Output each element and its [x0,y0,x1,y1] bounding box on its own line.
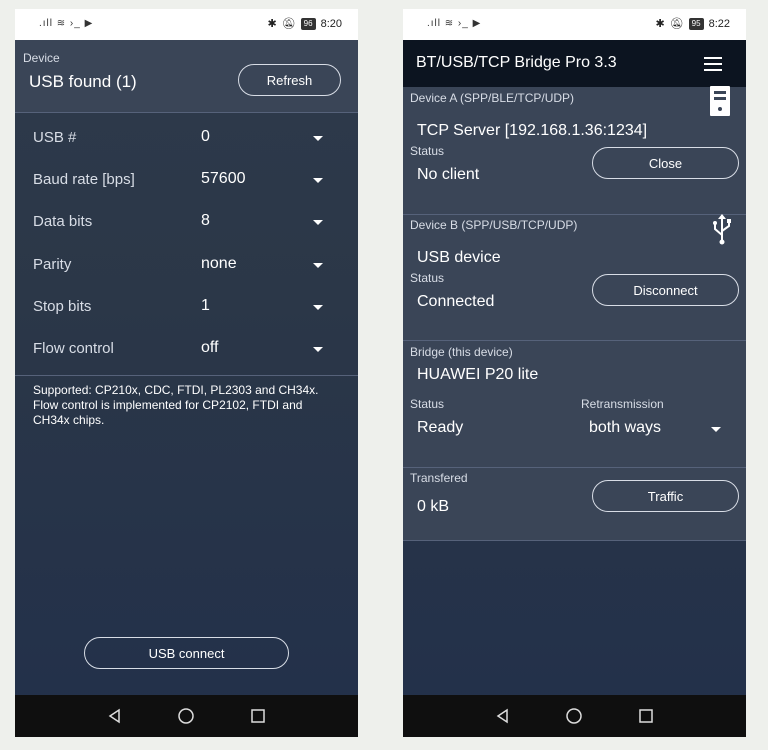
mute-icon: 🔕︎ [669,18,684,30]
back-icon[interactable] [493,706,513,726]
device-b-value: USB device [417,249,501,266]
setting-label: Data bits [33,213,93,230]
dropdown-arrow-icon[interactable] [313,347,323,352]
menu-icon[interactable] [704,57,722,75]
home-icon[interactable] [564,706,584,726]
setting-usb-number[interactable]: USB # 0 [15,118,358,160]
recents-icon[interactable] [248,706,268,726]
battery-icon: 96 [300,17,316,30]
bridge-value: HUAWEI P20 lite [417,366,539,383]
server-icon [709,85,731,122]
supported-chips-note: Supported: CP210x, CDC, FTDI, PL2303 and… [33,383,333,428]
back-icon[interactable] [105,706,125,726]
navigation-bar [403,695,746,737]
dropdown-arrow-icon[interactable] [313,263,323,268]
signal-wifi-icons: .ıll ≋ ›_ ▶ [427,18,482,29]
setting-value: 8 [201,212,210,229]
battery-icon: 95 [688,17,704,30]
bridge-status-label: Status [410,397,445,411]
close-button[interactable]: Close [592,147,739,179]
bluetooth-icon: ✱ [267,18,277,30]
phone-left-screen: .ıll ≋ ›_ ▶ ✱ 🔕︎ 96 8:20 Device USB foun… [15,9,358,737]
device-a-status-value: No client [417,166,480,183]
dropdown-arrow-icon[interactable] [313,178,323,183]
device-b-label: Device B (SPP/USB/TCP/UDP) [410,218,578,232]
setting-value: 0 [201,128,210,145]
divider [15,375,358,376]
traffic-button[interactable]: Traffic [592,480,739,512]
setting-label: USB # [33,129,77,146]
disconnect-button[interactable]: Disconnect [592,274,739,306]
mute-icon: 🔕︎ [281,18,296,30]
signal-wifi-icons: .ıll ≋ ›_ ▶ [39,18,94,29]
status-bar: .ıll ≋ ›_ ▶ ✱ 🔕︎ 95 8:22 [403,9,746,40]
app-bar: BT/USB/TCP Bridge Pro 3.3 [403,40,746,87]
status-bar: .ıll ≋ ›_ ▶ ✱ 🔕︎ 96 8:20 [15,9,358,40]
bluetooth-icon: ✱ [655,18,665,30]
setting-label: Stop bits [33,298,92,315]
app-title: BT/USB/TCP Bridge Pro 3.3 [416,54,617,71]
device-label: Device [23,51,60,65]
bridge-label: Bridge (this device) [410,345,513,359]
usb-connect-button[interactable]: USB connect [84,637,289,669]
setting-value: none [201,255,237,272]
clock: 8:20 [320,17,342,30]
note-line: Supported: CP210x, CDC, FTDI, PL2303 and… [33,383,319,397]
setting-label: Baud rate [bps] [33,171,135,188]
retransmission-label: Retransmission [581,397,664,411]
device-b-status-label: Status [410,271,445,285]
setting-stop-bits[interactable]: Stop bits 1 [15,287,358,329]
setting-label: Flow control [33,340,114,357]
phone-right-screen: .ıll ≋ ›_ ▶ ✱ 🔕︎ 95 8:22 BT/USB/TCP Brid… [403,9,746,737]
refresh-button[interactable]: Refresh [238,64,341,96]
home-icon[interactable] [176,706,196,726]
device-a-status-label: Status [410,144,445,158]
device-b-status-value: Connected [417,293,495,310]
dropdown-arrow-icon[interactable] [313,136,323,141]
bridge-section [403,341,746,467]
dropdown-arrow-icon[interactable] [313,305,323,310]
setting-value: 57600 [201,170,246,187]
setting-parity[interactable]: Parity none [15,245,358,287]
setting-baud-rate[interactable]: Baud rate [bps] 57600 [15,160,358,202]
device-value: USB found (1) [29,72,137,91]
setting-data-bits[interactable]: Data bits 8 [15,202,358,244]
navigation-bar [15,695,358,737]
usb-icon [711,213,733,250]
setting-value: off [201,339,219,356]
retransmission-value: both ways [589,419,662,436]
setting-label: Parity [33,256,72,273]
divider [15,112,358,113]
note-line: Flow control is implemented for CP2102, … [33,398,303,427]
setting-flow-control[interactable]: Flow control off [15,329,358,371]
device-a-value: TCP Server [192.168.1.36:1234] [417,122,648,139]
divider [403,540,746,541]
retransmission-dropdown[interactable]: both ways [581,413,731,443]
device-a-label: Device A (SPP/BLE/TCP/UDP) [410,91,575,105]
dropdown-arrow-icon[interactable] [313,220,323,225]
transfer-value: 0 kB [417,498,450,515]
clock: 8:22 [708,17,730,30]
setting-value: 1 [201,297,210,314]
bridge-status-value: Ready [417,419,464,436]
dropdown-arrow-icon[interactable] [711,427,721,432]
transfer-label: Transfered [410,471,468,485]
recents-icon[interactable] [636,706,656,726]
